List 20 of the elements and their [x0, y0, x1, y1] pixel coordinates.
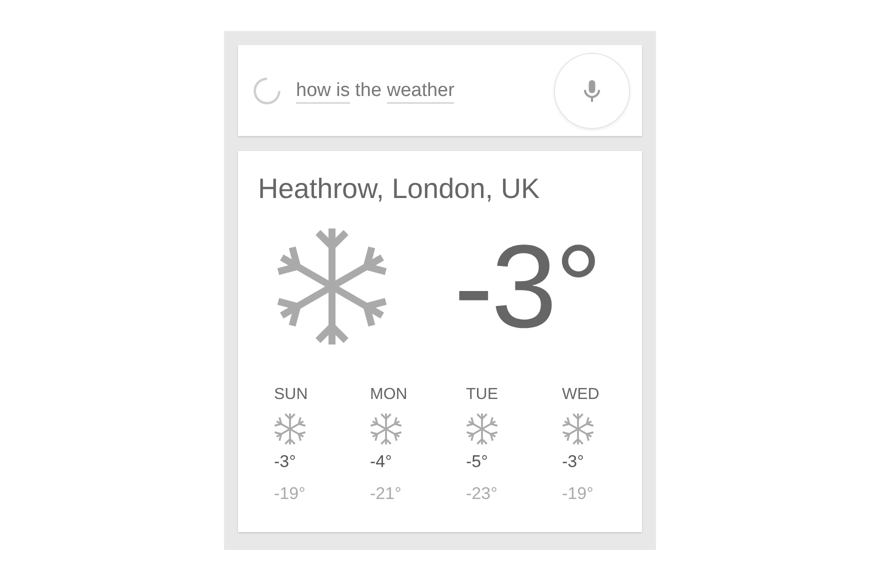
location-title: Heathrow, London, UK [258, 173, 541, 205]
high-temperature: -3° [274, 452, 296, 472]
current-temperature: -3° [454, 228, 600, 346]
low-temperature: -19° [274, 484, 306, 504]
snowflake-icon [274, 412, 306, 446]
day-label: TUE [466, 386, 498, 404]
low-temperature: -21° [370, 484, 402, 504]
snowflake-icon [466, 412, 498, 446]
day-label: SUN [274, 386, 308, 404]
high-temperature: -4° [370, 452, 392, 472]
high-temperature: -3° [562, 452, 584, 472]
day-label: WED [562, 386, 600, 404]
low-temperature: -23° [466, 484, 498, 504]
query-text: how is the weather [296, 80, 554, 102]
high-temperature: -5° [466, 452, 488, 472]
snowflake-icon [562, 412, 594, 446]
low-temperature: -19° [562, 484, 594, 504]
snowflake-icon [370, 412, 402, 446]
day-label: MON [370, 386, 408, 404]
loading-spinner-icon [252, 76, 282, 106]
